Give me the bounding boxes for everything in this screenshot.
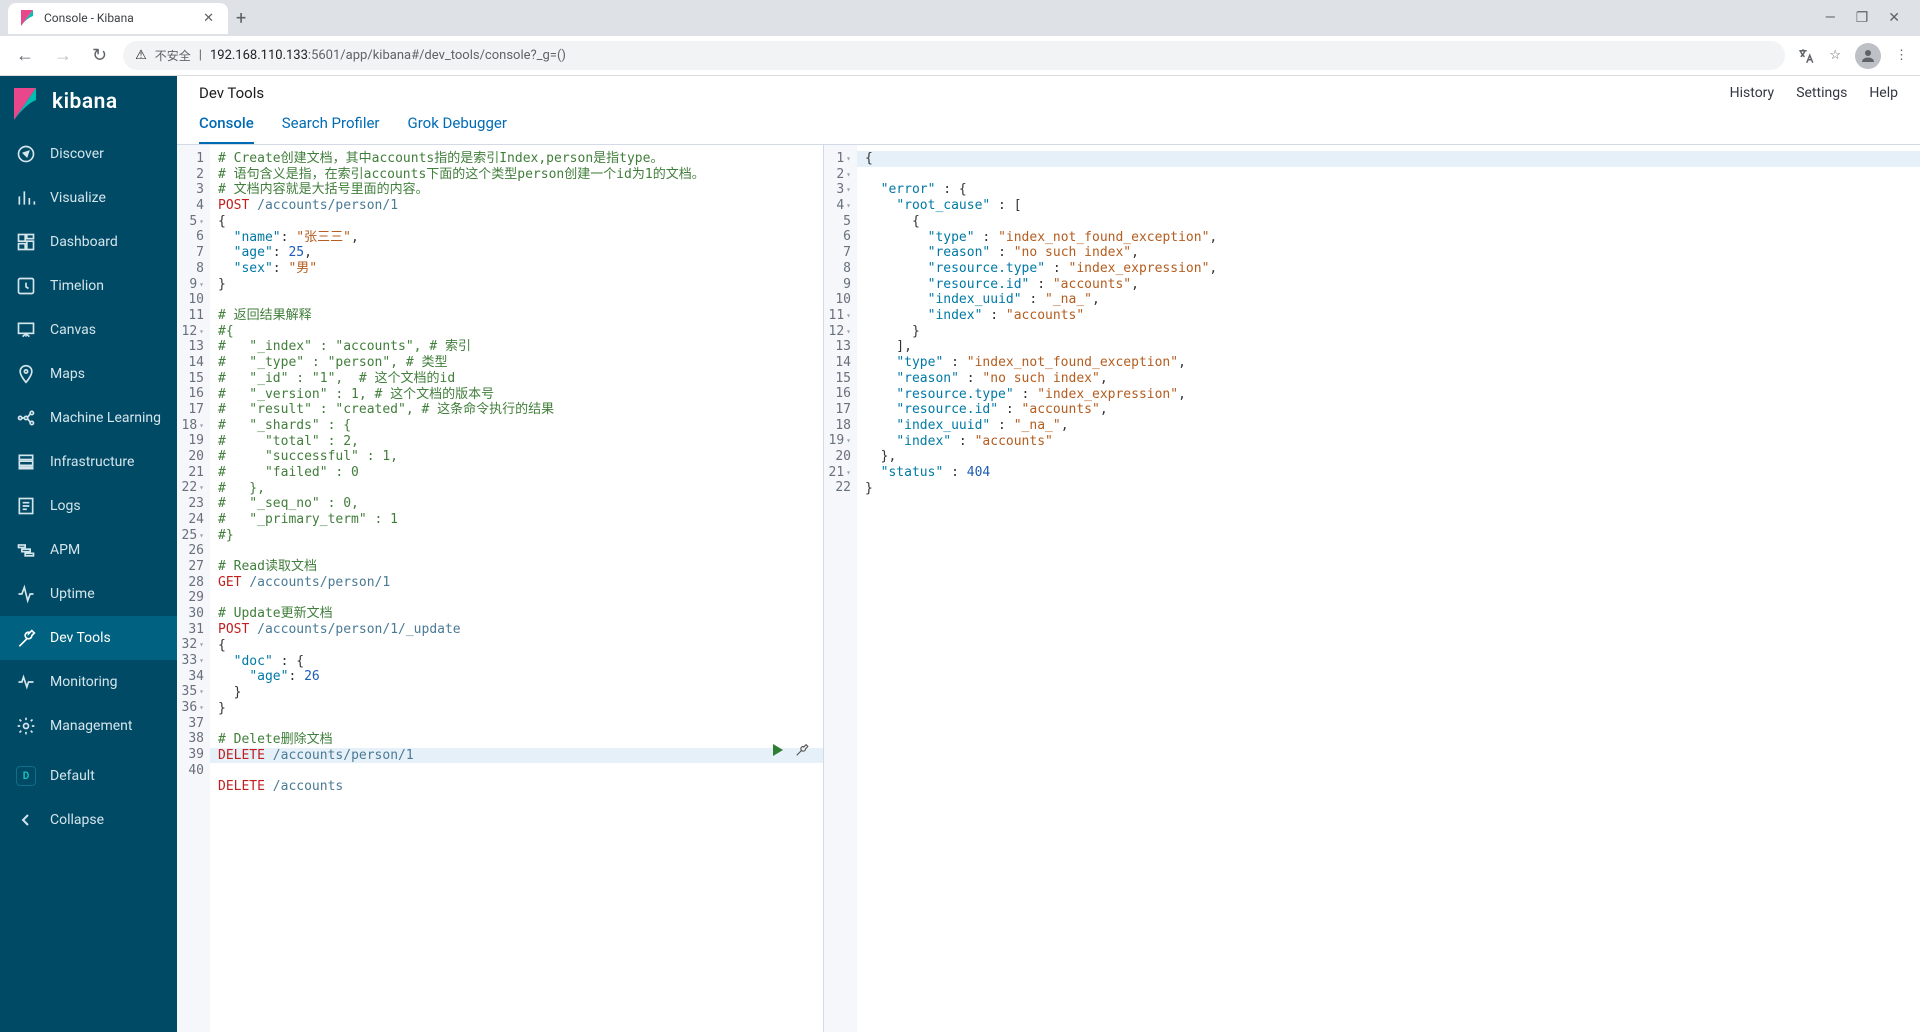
- sidebar-item-label: Uptime: [50, 586, 95, 602]
- header-actions: History Settings Help: [1730, 85, 1898, 101]
- sidebar-item-logs[interactable]: Logs: [0, 484, 177, 528]
- chevron-left-icon: [16, 810, 36, 830]
- management-icon: [16, 716, 36, 736]
- kibana-logo-icon: [12, 88, 40, 116]
- forward-button[interactable]: →: [50, 41, 76, 70]
- timelion-icon: [16, 276, 36, 296]
- minimize-icon[interactable]: ―: [1825, 10, 1836, 26]
- request-editor[interactable]: # Create创建文档，其中accounts指的是索引Index,person…: [210, 145, 823, 1032]
- sidebar-item-label: Visualize: [50, 190, 106, 206]
- sidebar-space-default[interactable]: D Default: [0, 754, 177, 798]
- sidebar-item-label: Canvas: [50, 322, 96, 338]
- sidebar-item-timelion[interactable]: Timelion: [0, 264, 177, 308]
- uptime-icon: [16, 584, 36, 604]
- menu-icon[interactable]: ⋮: [1895, 48, 1908, 63]
- bookmark-icon[interactable]: ☆: [1829, 48, 1841, 63]
- sidebar-collapse[interactable]: Collapse: [0, 798, 177, 842]
- discover-icon: [16, 144, 36, 164]
- sidebar-item-discover[interactable]: Discover: [0, 132, 177, 176]
- url-text: 192.168.110.133:5601/app/kibana#/dev_too…: [210, 48, 566, 63]
- kibana-favicon-icon: [20, 10, 36, 26]
- insecure-icon: ⚠: [135, 48, 147, 63]
- monitoring-icon: [16, 672, 36, 692]
- sidebar-item-monitoring[interactable]: Monitoring: [0, 660, 177, 704]
- sidebar-item-label: Infrastructure: [50, 454, 134, 470]
- sidebar: kibana Discover Visualize Dashboard Timelio…: [0, 76, 177, 1032]
- wrench-icon[interactable]: [795, 743, 809, 757]
- sidebar-item-maps[interactable]: Maps: [0, 352, 177, 396]
- settings-button[interactable]: Settings: [1796, 85, 1847, 101]
- request-gutter: 12345▾6789▾101112▾131415161718▾19202122▾…: [177, 145, 210, 1032]
- history-button[interactable]: History: [1730, 85, 1775, 101]
- profile-avatar[interactable]: [1855, 43, 1881, 69]
- visualize-icon: [16, 188, 36, 208]
- sidebar-item-label: Dashboard: [50, 234, 118, 250]
- reload-button[interactable]: ↻: [88, 41, 111, 70]
- browser-chrome: Console - Kibana ✕ + ― ❐ ✕ ← → ↻ ⚠ 不安全 |…: [0, 0, 1920, 76]
- translate-icon[interactable]: [1797, 47, 1815, 65]
- apm-icon: [16, 540, 36, 560]
- close-window-icon[interactable]: ✕: [1888, 10, 1900, 26]
- browser-tab-title: Console - Kibana: [44, 11, 193, 25]
- sidebar-item-infrastructure[interactable]: Infrastructure: [0, 440, 177, 484]
- sidebar-item-label: Collapse: [50, 812, 104, 828]
- sidebar-item-label: Discover: [50, 146, 104, 162]
- tab-grok[interactable]: Grok Debugger: [408, 114, 507, 144]
- tabs-bar: Console Search Profiler Grok Debugger: [177, 102, 1920, 145]
- sidebar-item-apm[interactable]: APM: [0, 528, 177, 572]
- insecure-label: 不安全: [155, 47, 191, 64]
- maximize-icon[interactable]: ❐: [1856, 10, 1869, 26]
- sidebar-item-label: Logs: [50, 498, 81, 514]
- sidebar-item-devtools[interactable]: Dev Tools: [0, 616, 177, 660]
- close-icon[interactable]: ✕: [201, 9, 216, 28]
- sidebar-item-label: Monitoring: [50, 674, 118, 690]
- logs-icon: [16, 496, 36, 516]
- back-button[interactable]: ←: [12, 41, 38, 70]
- request-actions: [771, 743, 809, 757]
- space-badge: D: [16, 766, 36, 786]
- infrastructure-icon: [16, 452, 36, 472]
- tab-console[interactable]: Console: [199, 114, 254, 144]
- canvas-icon: [16, 320, 36, 340]
- header-bar: Dev Tools History Settings Help: [177, 76, 1920, 102]
- maps-icon: [16, 364, 36, 384]
- main-content: Dev Tools History Settings Help Console S…: [177, 76, 1920, 1032]
- sidebar-item-label: Maps: [50, 366, 85, 382]
- sidebar-item-ml[interactable]: Machine Learning: [0, 396, 177, 440]
- new-tab-button[interactable]: +: [228, 4, 254, 33]
- tab-searchprofiler[interactable]: Search Profiler: [282, 114, 380, 144]
- window-controls: ― ❐ ✕: [1825, 10, 1912, 26]
- editor-split: 12345▾6789▾101112▾131415161718▾19202122▾…: [177, 145, 1920, 1032]
- help-button[interactable]: Help: [1869, 85, 1898, 101]
- sidebar-item-canvas[interactable]: Canvas: [0, 308, 177, 352]
- play-icon[interactable]: [771, 743, 785, 757]
- sidebar-item-label: Management: [50, 718, 132, 734]
- sidebar-item-uptime[interactable]: Uptime: [0, 572, 177, 616]
- response-viewer: { "error" : { "root_cause" : [ { "type" …: [857, 145, 1920, 1032]
- sidebar-item-label: APM: [50, 542, 80, 558]
- logo-text: kibana: [52, 90, 118, 114]
- browser-tab-bar: Console - Kibana ✕ + ― ❐ ✕: [0, 0, 1920, 36]
- sidebar-item-dashboard[interactable]: Dashboard: [0, 220, 177, 264]
- ml-icon: [16, 408, 36, 428]
- address-bar-actions: ☆ ⋮: [1797, 43, 1908, 69]
- response-gutter: 1▾2▾3▾4▾567891011▾12▾13141516171819▾2021…: [824, 145, 857, 1032]
- sidebar-item-visualize[interactable]: Visualize: [0, 176, 177, 220]
- sidebar-item-label: Timelion: [50, 278, 104, 294]
- sidebar-item-label: Default: [50, 768, 95, 784]
- response-pane[interactable]: 1▾2▾3▾4▾567891011▾12▾13141516171819▾2021…: [824, 145, 1920, 1032]
- app-root: kibana Discover Visualize Dashboard Timelio…: [0, 76, 1920, 1032]
- browser-tab[interactable]: Console - Kibana ✕: [8, 3, 228, 34]
- sidebar-item-label: Machine Learning: [50, 410, 161, 426]
- address-bar: ← → ↻ ⚠ 不安全 | 192.168.110.133:5601/app/k…: [0, 36, 1920, 76]
- dashboard-icon: [16, 232, 36, 252]
- breadcrumb: Dev Tools: [199, 84, 264, 102]
- sidebar-item-management[interactable]: Management: [0, 704, 177, 748]
- logo[interactable]: kibana: [0, 76, 177, 132]
- request-pane[interactable]: 12345▾6789▾101112▾131415161718▾19202122▾…: [177, 145, 824, 1032]
- url-input[interactable]: ⚠ 不安全 | 192.168.110.133:5601/app/kibana#…: [123, 41, 1785, 70]
- devtools-icon: [16, 628, 36, 648]
- sidebar-item-label: Dev Tools: [50, 630, 111, 646]
